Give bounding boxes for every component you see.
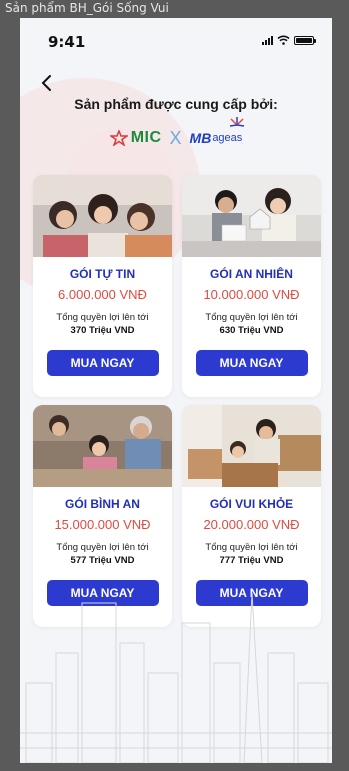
product-photo xyxy=(182,175,321,257)
status-bar: 9:41 xyxy=(20,18,332,60)
partner-separator: X xyxy=(169,127,182,148)
battery-icon xyxy=(294,36,316,45)
benefit-label: Tổng quyền lợi lên tới xyxy=(205,542,298,553)
back-button[interactable] xyxy=(38,73,58,93)
page-title: Sản phẩm được cung cấp bởi: xyxy=(74,96,278,112)
chevron-left-icon xyxy=(41,75,51,91)
mb-ageas-logo: MB ageas xyxy=(190,117,245,146)
product-price: 20.000.000 VNĐ xyxy=(203,517,300,532)
partner-logos: MIC X MB ageas xyxy=(20,117,332,158)
product-photo xyxy=(33,175,172,257)
product-card: GÓI AN NHIÊN 10.000.000 VNĐ Tổng quyền l… xyxy=(182,175,321,397)
product-name: GÓI TỰ TIN xyxy=(69,267,136,281)
product-card: GÓI TỰ TIN 6.000.000 VNĐ Tổng quyền lợi … xyxy=(33,175,172,397)
benefit-total: 577 Triệu VND xyxy=(70,555,135,566)
benefit-total: 630 Triệu VND xyxy=(219,325,284,336)
buy-now-button[interactable]: MUA NGAY xyxy=(195,350,308,376)
benefit-label: Tổng quyền lợi lên tới xyxy=(56,312,149,323)
product-grid: GÓI TỰ TIN 6.000.000 VNĐ Tổng quyền lợi … xyxy=(33,175,321,627)
product-photo xyxy=(182,405,321,487)
benefit-label: Tổng quyền lợi lên tới xyxy=(56,542,149,553)
mic-star-icon xyxy=(109,130,128,146)
product-name: GÓI AN NHIÊN xyxy=(210,267,293,281)
buy-now-button[interactable]: MUA NGAY xyxy=(46,350,159,376)
ageas-burst-icon xyxy=(230,117,245,127)
product-name: GÓI VUI KHỎE xyxy=(209,497,294,511)
window-title: Sản phẩm BH_Gói Sống Vui xyxy=(5,1,169,15)
benefit-total: 370 Triệu VND xyxy=(70,325,135,336)
mic-logo: MIC xyxy=(109,129,162,147)
status-time: 9:41 xyxy=(48,33,86,51)
product-price: 10.000.000 VNĐ xyxy=(203,287,300,302)
benefit-label: Tổng quyền lợi lên tới xyxy=(205,312,298,323)
wifi-icon xyxy=(277,35,290,45)
system-icons xyxy=(262,35,316,45)
product-price: 15.000.000 VNĐ xyxy=(54,517,151,532)
benefit-total: 777 Triệu VND xyxy=(219,555,284,566)
signal-icon xyxy=(262,35,273,45)
product-price: 6.000.000 VNĐ xyxy=(58,287,147,302)
product-name: GÓI BÌNH AN xyxy=(65,497,140,511)
phone-screen: 9:41 Sản phẩm được cung cấp bởi: MIC X M… xyxy=(20,18,332,763)
product-photo xyxy=(33,405,172,487)
city-skyline-illustration xyxy=(20,592,332,763)
